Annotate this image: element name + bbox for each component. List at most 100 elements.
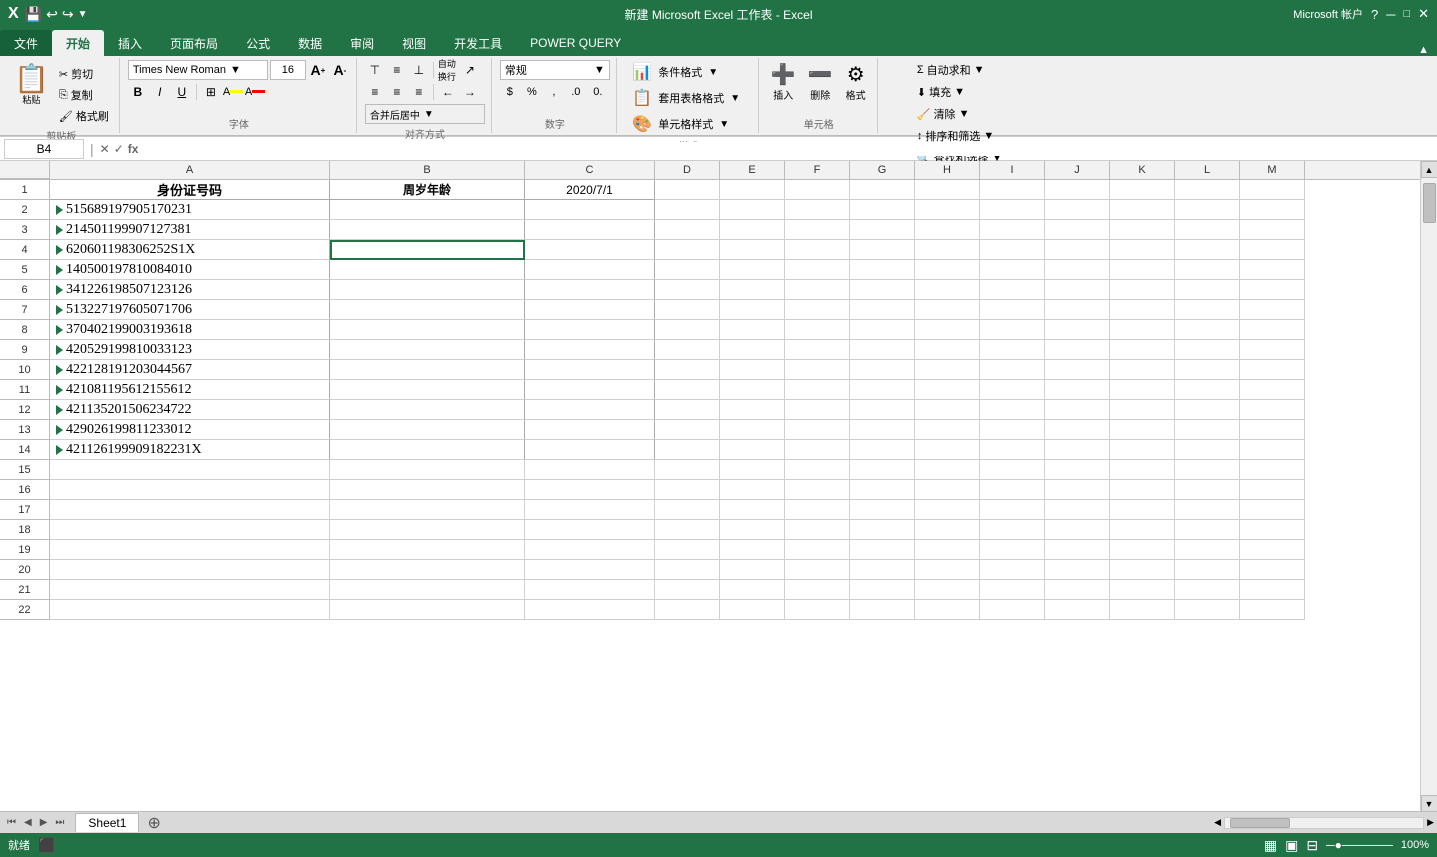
cell-j11[interactable] [1045, 380, 1110, 400]
align-left-button[interactable]: ≡ [365, 82, 385, 102]
cell-l20[interactable] [1175, 560, 1240, 580]
cell-c9[interactable] [525, 340, 655, 360]
align-bottom-button[interactable]: ⊥ [409, 60, 429, 80]
cell-e14[interactable] [720, 440, 785, 460]
cell-l17[interactable] [1175, 500, 1240, 520]
cell-k12[interactable] [1110, 400, 1175, 420]
cell-b22[interactable] [330, 600, 525, 620]
cell-d15[interactable] [655, 460, 720, 480]
cell-i10[interactable] [980, 360, 1045, 380]
border-button[interactable]: ⊞ [201, 82, 221, 102]
hscroll-thumb[interactable] [1230, 818, 1290, 828]
cell-g12[interactable] [850, 400, 915, 420]
cell-b5[interactable] [330, 260, 525, 280]
cell-c22[interactable] [525, 600, 655, 620]
cell-i13[interactable] [980, 420, 1045, 440]
cell-c6[interactable] [525, 280, 655, 300]
cell-f15[interactable] [785, 460, 850, 480]
cell-d18[interactable] [655, 520, 720, 540]
cell-d17[interactable] [655, 500, 720, 520]
format-button[interactable]: ⚙ 格式 [841, 60, 871, 104]
cell-a6[interactable]: 341226198507123126 [50, 280, 330, 300]
cell-m6[interactable] [1240, 280, 1305, 300]
cell-styles-button[interactable]: 🎨 单元格样式 ▼ [628, 112, 748, 136]
row-header-7[interactable]: 7 [0, 300, 50, 320]
cell-i12[interactable] [980, 400, 1045, 420]
restore-icon[interactable]: □ [1403, 8, 1410, 20]
cell-d19[interactable] [655, 540, 720, 560]
cell-b7[interactable] [330, 300, 525, 320]
cell-j17[interactable] [1045, 500, 1110, 520]
cell-b4[interactable] [330, 240, 525, 260]
cell-a18[interactable] [50, 520, 330, 540]
tab-developer[interactable]: 开发工具 [440, 30, 516, 56]
clear-button[interactable]: 🧹 清除 ▼ [913, 104, 974, 124]
cell-g1[interactable] [850, 180, 915, 200]
cell-k15[interactable] [1110, 460, 1175, 480]
cell-b14[interactable] [330, 440, 525, 460]
cell-l5[interactable] [1175, 260, 1240, 280]
cell-f21[interactable] [785, 580, 850, 600]
indent-decrease-button[interactable]: ← [438, 82, 458, 102]
cell-b16[interactable] [330, 480, 525, 500]
cell-k6[interactable] [1110, 280, 1175, 300]
cell-e2[interactable] [720, 200, 785, 220]
cell-j4[interactable] [1045, 240, 1110, 260]
cell-h19[interactable] [915, 540, 980, 560]
cell-e11[interactable] [720, 380, 785, 400]
save-icon[interactable]: 💾 [25, 6, 42, 23]
cell-b13[interactable] [330, 420, 525, 440]
cell-j1[interactable] [1045, 180, 1110, 200]
cell-i17[interactable] [980, 500, 1045, 520]
cell-k20[interactable] [1110, 560, 1175, 580]
cell-l13[interactable] [1175, 420, 1240, 440]
cell-c10[interactable] [525, 360, 655, 380]
tab-formulas[interactable]: 公式 [232, 30, 284, 56]
cell-l2[interactable] [1175, 200, 1240, 220]
cell-c4[interactable] [525, 240, 655, 260]
cell-j12[interactable] [1045, 400, 1110, 420]
cell-d16[interactable] [655, 480, 720, 500]
cell-d4[interactable] [655, 240, 720, 260]
conditional-format-button[interactable]: 📊 条件格式 ▼ [628, 60, 748, 84]
cell-g5[interactable] [850, 260, 915, 280]
cell-l22[interactable] [1175, 600, 1240, 620]
row-header-22[interactable]: 22 [0, 600, 50, 620]
font-name-dropdown[interactable]: Times New Roman ▼ [128, 60, 268, 80]
cell-k3[interactable] [1110, 220, 1175, 240]
scroll-thumb[interactable] [1423, 183, 1436, 223]
cell-e12[interactable] [720, 400, 785, 420]
col-header-b[interactable]: B [330, 161, 525, 179]
cell-c13[interactable] [525, 420, 655, 440]
cell-d9[interactable] [655, 340, 720, 360]
cell-b10[interactable] [330, 360, 525, 380]
cell-a13[interactable]: 429026199811233012 [50, 420, 330, 440]
cell-a1[interactable]: 身份证号码 [50, 180, 330, 200]
cell-i9[interactable] [980, 340, 1045, 360]
cell-h14[interactable] [915, 440, 980, 460]
cell-h2[interactable] [915, 200, 980, 220]
bold-button[interactable]: B [128, 82, 148, 102]
cell-m4[interactable] [1240, 240, 1305, 260]
cell-m10[interactable] [1240, 360, 1305, 380]
cell-e8[interactable] [720, 320, 785, 340]
cell-k4[interactable] [1110, 240, 1175, 260]
row-header-21[interactable]: 21 [0, 580, 50, 600]
sheet-nav-last[interactable]: ⏭ [52, 817, 67, 828]
cell-d12[interactable] [655, 400, 720, 420]
font-decrease-button[interactable]: A- [330, 60, 350, 80]
cell-h4[interactable] [915, 240, 980, 260]
cell-a8[interactable]: 370402199003193618 [50, 320, 330, 340]
row-header-18[interactable]: 18 [0, 520, 50, 540]
cell-d14[interactable] [655, 440, 720, 460]
cell-j7[interactable] [1045, 300, 1110, 320]
cell-m1[interactable] [1240, 180, 1305, 200]
ribbon-collapse-icon[interactable]: ▲ [1418, 44, 1429, 56]
cell-c12[interactable] [525, 400, 655, 420]
cell-l4[interactable] [1175, 240, 1240, 260]
paste-button[interactable]: 📋 粘贴 [10, 60, 53, 110]
cell-d8[interactable] [655, 320, 720, 340]
cell-e18[interactable] [720, 520, 785, 540]
cell-d11[interactable] [655, 380, 720, 400]
hscroll-right-button[interactable]: ▶ [1424, 817, 1437, 828]
